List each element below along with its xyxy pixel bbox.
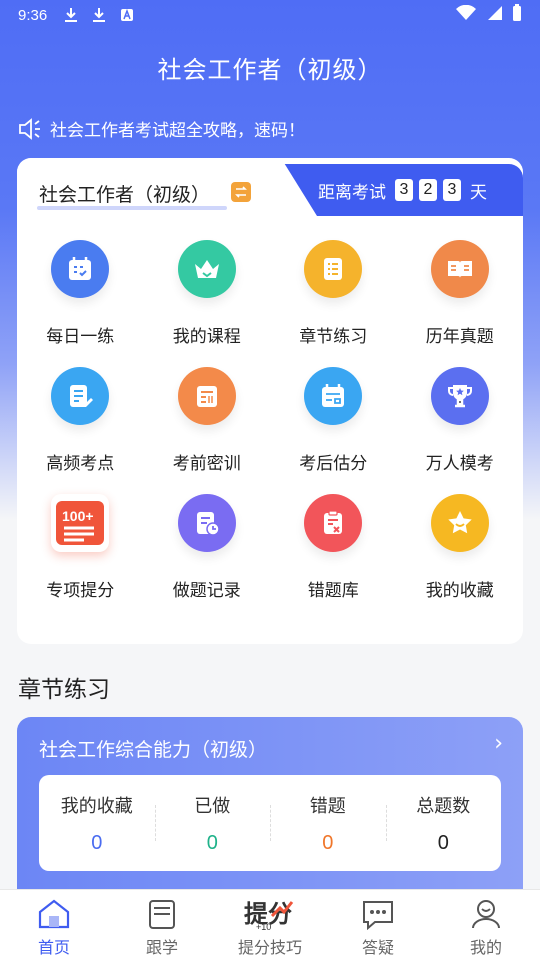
stat-label: 总题数 xyxy=(416,795,471,817)
notice-text: 社会工作者考试超全攻略，速码！ xyxy=(50,121,305,141)
countdown-label: 距离考试 xyxy=(318,182,386,203)
stat-done[interactable]: 已做 0 xyxy=(154,775,271,871)
crown-icon xyxy=(177,240,236,298)
edit-doc-icon xyxy=(51,367,110,425)
grid-item-my-courses[interactable]: 我的课程 xyxy=(144,240,271,347)
countdown-digit: 2 xyxy=(419,179,437,201)
stat-wrong[interactable]: 错题 0 xyxy=(270,775,386,871)
profile-icon xyxy=(470,896,502,932)
record-clock-icon xyxy=(177,494,236,552)
chevron-right-icon[interactable]: › xyxy=(494,731,503,756)
app-notification-icon xyxy=(119,7,135,23)
home-icon xyxy=(37,896,71,932)
calendar-check-icon xyxy=(51,240,110,298)
grid-item-chapter-practice[interactable]: 章节练习 xyxy=(270,240,397,347)
stat-value: 0 xyxy=(437,831,449,854)
grid-item-label: 考前密训 xyxy=(172,454,241,474)
chapter-card-title: 社会工作综合能力（初级） xyxy=(39,739,268,761)
battery-icon xyxy=(512,4,522,26)
grid-item-pre-exam-training[interactable]: 考前密训 xyxy=(144,367,271,474)
stat-label: 已做 xyxy=(194,795,231,817)
stat-label: 错题 xyxy=(309,795,346,817)
grid-item-label: 高频考点 xyxy=(46,454,115,474)
wrong-clipboard-icon xyxy=(304,494,363,552)
grid-item-past-exams[interactable]: 历年真题 xyxy=(397,240,524,347)
tab-score-tips[interactable]: 提分 +10 提分技巧 xyxy=(216,890,324,961)
stat-favorites[interactable]: 我的收藏 0 xyxy=(39,775,155,871)
grid-item-my-favorites[interactable]: 我的收藏 xyxy=(397,494,524,601)
list-doc-icon xyxy=(304,240,363,298)
grid-item-label: 做题记录 xyxy=(172,581,241,601)
wifi-icon xyxy=(456,4,476,25)
chat-icon xyxy=(361,896,395,932)
signal-icon xyxy=(486,5,502,25)
grid-item-label: 章节练习 xyxy=(299,327,368,347)
stat-label: 我的收藏 xyxy=(60,795,133,817)
tab-label: 我的 xyxy=(469,938,502,957)
training-doc-icon xyxy=(177,367,236,425)
tab-qa[interactable]: 答疑 xyxy=(324,890,432,961)
grid-item-wrong-questions[interactable]: 错题库 xyxy=(270,494,397,601)
book-icon xyxy=(147,896,177,932)
svg-text:100+: 100+ xyxy=(62,508,94,524)
countdown-unit: 天 xyxy=(470,182,487,203)
tab-label: 首页 xyxy=(37,938,70,957)
grid-item-label: 专项提分 xyxy=(46,581,115,601)
tab-mine[interactable]: 我的 xyxy=(432,890,540,961)
download-icon xyxy=(91,7,107,23)
grid-item-label: 错题库 xyxy=(307,581,359,601)
grid-item-label: 每日一练 xyxy=(46,327,115,347)
stat-value: 0 xyxy=(322,831,334,854)
open-book-icon xyxy=(430,240,489,298)
chapter-stats: 我的收藏 0 已做 0 错题 0 总题数 0 xyxy=(39,775,501,871)
status-bar: 9:36 xyxy=(0,0,540,30)
tab-label: 提分技巧 xyxy=(237,938,302,957)
grid-item-key-points[interactable]: 高频考点 xyxy=(17,367,144,474)
bottom-tab-bar: 首页 跟学 提分 +10 提分技巧 答疑 我的 xyxy=(0,889,540,961)
grid-item-special-boost[interactable]: 100+ 专项提分 xyxy=(17,494,144,601)
page-title: 社会工作者（初级） xyxy=(157,56,383,84)
score-tips-icon: 提分 +10 xyxy=(242,896,298,932)
countdown-digit: 3 xyxy=(395,179,413,201)
grid-item-label: 我的课程 xyxy=(172,327,241,347)
grid-item-mock-exam[interactable]: 万人模考 xyxy=(397,367,524,474)
stat-value: 0 xyxy=(91,831,103,854)
feature-grid: 每日一练 我的课程 章节练习 历年真题 高频考点 考前密训 考后估分 万人模考 … xyxy=(17,240,523,601)
notice-banner[interactable]: 社会工作者考试超全攻略，速码！ xyxy=(18,116,305,141)
trophy-icon xyxy=(430,367,489,425)
switch-exam-icon[interactable] xyxy=(231,182,251,202)
section-title: 章节练习 xyxy=(18,677,110,703)
speaker-icon xyxy=(18,117,42,140)
tab-label: 答疑 xyxy=(361,938,394,957)
score-calendar-icon xyxy=(304,367,363,425)
grid-item-label: 考后估分 xyxy=(299,454,368,474)
stat-value: 0 xyxy=(206,831,218,854)
exam-card-header: 距离考试 3 2 3 天 社会工作者（初级） xyxy=(17,158,523,216)
svg-text:+10: +10 xyxy=(256,922,271,932)
tab-label: 跟学 xyxy=(145,938,178,957)
chapter-card[interactable]: 社会工作综合能力（初级） › 我的收藏 0 已做 0 错题 0 总题数 0 xyxy=(17,717,523,917)
grid-item-label: 万人模考 xyxy=(425,454,494,474)
tab-home[interactable]: 首页 xyxy=(0,890,108,961)
grid-item-label: 我的收藏 xyxy=(425,581,494,601)
exam-card: 距离考试 3 2 3 天 社会工作者（初级） 每日一练 我的课程 章节练习 历年… xyxy=(17,158,523,644)
grid-item-daily-practice[interactable]: 每日一练 xyxy=(17,240,144,347)
status-time: 9:36 xyxy=(18,6,48,24)
tab-follow-study[interactable]: 跟学 xyxy=(108,890,216,961)
stat-total[interactable]: 总题数 0 xyxy=(385,775,502,871)
exam-name[interactable]: 社会工作者（初级） xyxy=(39,180,210,207)
star-icon xyxy=(430,494,489,552)
download-icon xyxy=(63,7,79,23)
grid-item-practice-record[interactable]: 做题记录 xyxy=(144,494,271,601)
grid-item-label: 历年真题 xyxy=(425,327,494,347)
score-100-icon: 100+ xyxy=(51,494,110,552)
countdown-digit: 3 xyxy=(443,179,461,201)
grid-item-score-estimate[interactable]: 考后估分 xyxy=(270,367,397,474)
